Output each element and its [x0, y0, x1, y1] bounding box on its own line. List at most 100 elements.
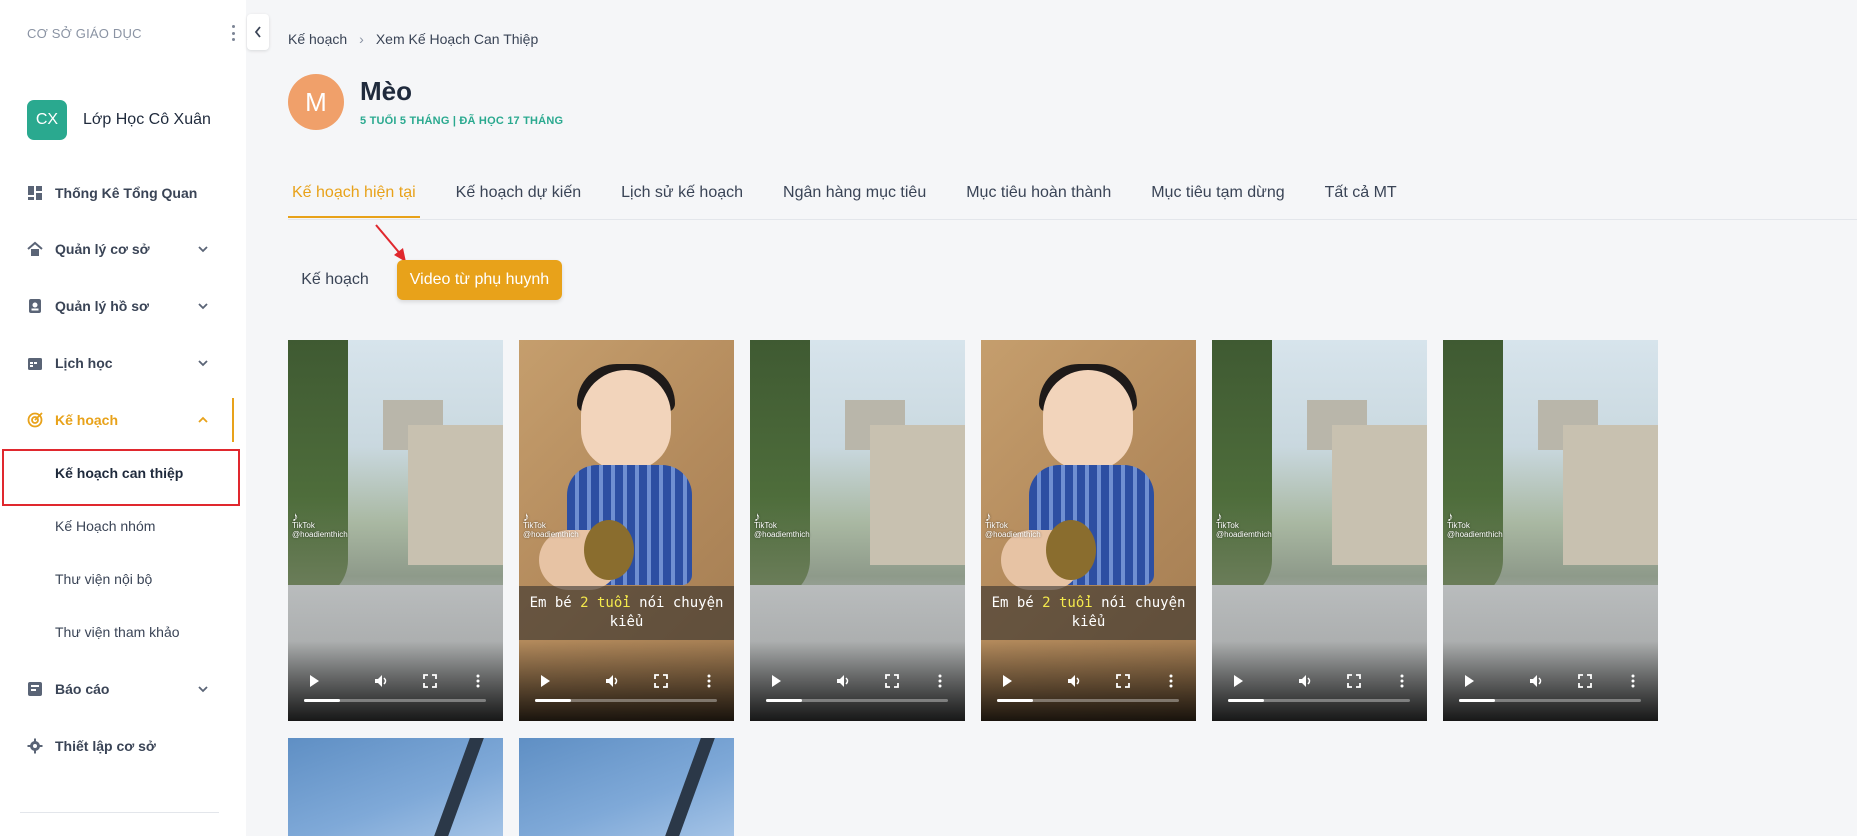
video-progress-bar[interactable] [304, 699, 486, 702]
play-icon[interactable] [1228, 671, 1248, 691]
play-icon[interactable] [766, 671, 786, 691]
fullscreen-icon[interactable] [420, 671, 440, 691]
sidebar-item-profiles[interactable]: Quản lý hồ sơ [0, 284, 234, 328]
sidebar-item-plans[interactable]: Kế hoạch [0, 398, 234, 442]
gear-icon [27, 738, 43, 754]
more-vertical-icon[interactable] [1392, 671, 1412, 691]
video-player[interactable]: ♪ TikTok @hoadiemthich [1443, 340, 1658, 721]
volume-icon[interactable] [1527, 671, 1547, 691]
sidebar-item-schedule[interactable]: Lịch học [0, 341, 234, 385]
tab-completed-goals[interactable]: Mục tiêu hoàn thành [962, 174, 1115, 218]
dashboard-icon [27, 185, 43, 201]
sidebar-subitem-label: Thư viện tham khảo [55, 624, 180, 640]
video-thumbnail [519, 738, 734, 836]
more-vertical-icon[interactable] [1623, 671, 1643, 691]
play-icon[interactable] [535, 671, 555, 691]
calendar-icon [27, 355, 43, 371]
video-controls [981, 641, 1196, 721]
video-controls [288, 641, 503, 721]
sidebar-item-label: Thống Kê Tổng Quan [55, 185, 198, 201]
fullscreen-icon[interactable] [882, 671, 902, 691]
play-icon[interactable] [997, 671, 1017, 691]
tiktok-watermark: ♪ TikTok @hoadiemthich [985, 509, 1041, 539]
sidebar-subitem-internal-library[interactable]: Thư viện nội bộ [0, 557, 234, 601]
volume-icon[interactable] [372, 671, 392, 691]
video-player[interactable] [288, 738, 503, 836]
video-progress-bar[interactable] [535, 699, 717, 702]
fullscreen-icon[interactable] [1344, 671, 1364, 691]
sidebar-item-label: Kế hoạch [55, 412, 119, 428]
home-icon [27, 241, 43, 257]
volume-icon[interactable] [603, 671, 623, 691]
volume-icon[interactable] [1065, 671, 1085, 691]
tab-paused-goals[interactable]: Mục tiêu tạm dừng [1147, 174, 1288, 218]
sidebar-item-settings[interactable]: Thiết lập cơ sở [0, 724, 234, 768]
video-caption: Em bé 2 tuổi nói chuyện kiểu [519, 586, 734, 640]
chevron-down-icon [198, 686, 208, 693]
tab-plan-history[interactable]: Lịch sử kế hoạch [617, 174, 747, 218]
play-icon[interactable] [1459, 671, 1479, 691]
video-player[interactable]: ♪ TikTok @hoadiemthich Em bé 2 tuổi nói chu… [981, 340, 1196, 721]
video-controls [1443, 641, 1658, 721]
org-title: CƠ SỞ GIÁO DỤC [27, 26, 142, 41]
tiktok-watermark: ♪ TikTok @hoadiemthich [754, 509, 810, 539]
sidebar-item-dashboard[interactable]: Thống Kê Tổng Quan [0, 171, 234, 215]
sidebar-item-reports[interactable]: Báo cáo [0, 667, 234, 711]
sidebar-subitem-label: Kế Hoạch nhóm [55, 518, 156, 534]
tab-goal-bank[interactable]: Ngân hàng mục tiêu [779, 174, 930, 218]
more-vertical-icon[interactable] [699, 671, 719, 691]
video-progress-bar[interactable] [766, 699, 948, 702]
class-name: Lớp Học Cô Xuân [83, 111, 211, 128]
breadcrumb-current: Xem Kế Hoạch Can Thiệp [375, 31, 539, 47]
more-vertical-icon[interactable] [468, 671, 488, 691]
tiktok-watermark: ♪ TikTok @hoadiemthich [523, 509, 579, 539]
video-progress-bar[interactable] [1459, 699, 1641, 702]
report-icon [27, 681, 43, 697]
play-icon[interactable] [304, 671, 324, 691]
video-player[interactable]: ♪ TikTok @hoadiemthich Em bé 2 tuổi nói chu… [519, 340, 734, 721]
video-controls [750, 641, 965, 721]
chevron-down-icon [198, 246, 208, 253]
class-switcher[interactable]: CX Lớp Học Cô Xuân [27, 100, 211, 140]
parent-videos-segment-button[interactable]: Video từ phụ huynh [397, 260, 562, 300]
video-player[interactable]: ♪ TikTok @hoadiemthich [1212, 340, 1427, 721]
more-vertical-icon[interactable] [930, 671, 950, 691]
video-caption: Em bé 2 tuổi nói chuyện kiểu [981, 586, 1196, 640]
sidebar-item-facility[interactable]: Quản lý cơ sở [0, 227, 234, 271]
plan-tabs: Kế hoạch hiện tại Kế hoạch dự kiến Lịch … [288, 174, 1433, 218]
video-controls [1212, 641, 1427, 721]
volume-icon[interactable] [1296, 671, 1316, 691]
tab-current-plan[interactable]: Kế hoạch hiện tại [288, 174, 420, 218]
collapse-sidebar-button[interactable] [247, 14, 269, 50]
fullscreen-icon[interactable] [1113, 671, 1133, 691]
video-player[interactable]: ♪ TikTok @hoadiemthich [750, 340, 965, 721]
breadcrumb: Kế hoạch › Xem Kế Hoạch Can Thiệp [288, 31, 538, 47]
volume-icon[interactable] [834, 671, 854, 691]
sidebar-subitem-reference-library[interactable]: Thư viện tham khảo [0, 610, 234, 654]
breadcrumb-root[interactable]: Kế hoạch [288, 31, 347, 47]
plan-segment-button[interactable]: Kế hoạch [290, 260, 380, 300]
tiktok-watermark: ♪ TikTok @hoadiemthich [1216, 509, 1272, 539]
video-progress-bar[interactable] [997, 699, 1179, 702]
sidebar-subitem-group-plan[interactable]: Kế Hoạch nhóm [0, 504, 234, 548]
more-vertical-icon[interactable] [1161, 671, 1181, 691]
fullscreen-icon[interactable] [651, 671, 671, 691]
more-options-icon[interactable] [228, 22, 238, 44]
fullscreen-icon[interactable] [1575, 671, 1595, 691]
student-name: Mèo [360, 76, 412, 106]
profile-icon [27, 298, 43, 314]
tab-expected-plan[interactable]: Kế hoạch dự kiến [452, 174, 585, 218]
class-avatar: CX [27, 100, 67, 140]
sidebar-item-label: Quản lý cơ sở [55, 241, 150, 257]
sidebar: CƠ SỞ GIÁO DỤC CX Lớp Học Cô Xuân Thống … [0, 0, 246, 836]
video-player[interactable] [519, 738, 734, 836]
sidebar-subitem-label: Thư viện nội bộ [55, 571, 153, 587]
video-player[interactable]: ♪ TikTok @hoadiemthich [288, 340, 503, 721]
chevron-left-icon [254, 26, 261, 38]
video-controls [519, 641, 734, 721]
tab-all-goals[interactable]: Tất cả MT [1321, 174, 1401, 218]
video-progress-bar[interactable] [1228, 699, 1410, 702]
highlight-box [2, 449, 240, 506]
student-avatar: M [288, 74, 344, 130]
video-thumbnail [288, 738, 503, 836]
